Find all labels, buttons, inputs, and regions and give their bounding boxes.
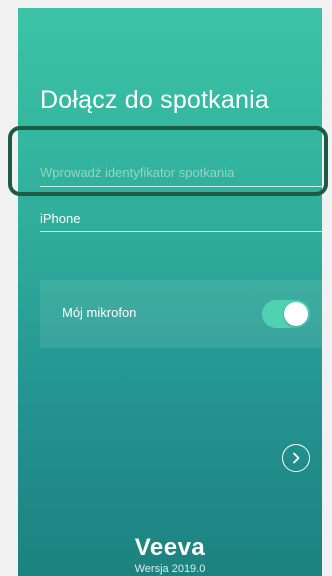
microphone-label: Mój mikrofon bbox=[62, 305, 137, 320]
next-button[interactable] bbox=[282, 444, 310, 472]
chevron-right-icon bbox=[293, 452, 300, 464]
toggle-knob bbox=[284, 302, 308, 326]
display-name-field[interactable]: iPhone bbox=[40, 203, 322, 232]
microphone-toggle[interactable] bbox=[262, 300, 310, 328]
join-meeting-screen: Dołącz do spotkania iPhone Mój mikrofon … bbox=[18, 8, 322, 576]
microphone-setting: Mój mikrofon bbox=[40, 280, 322, 348]
veeva-logo: Veeva bbox=[134, 534, 206, 561]
meeting-id-highlight bbox=[8, 126, 328, 196]
app-version: Wersja 2019.0 bbox=[134, 563, 206, 575]
page-title: Dołącz do spotkania bbox=[40, 86, 269, 114]
display-name-value[interactable]: iPhone bbox=[40, 211, 80, 226]
